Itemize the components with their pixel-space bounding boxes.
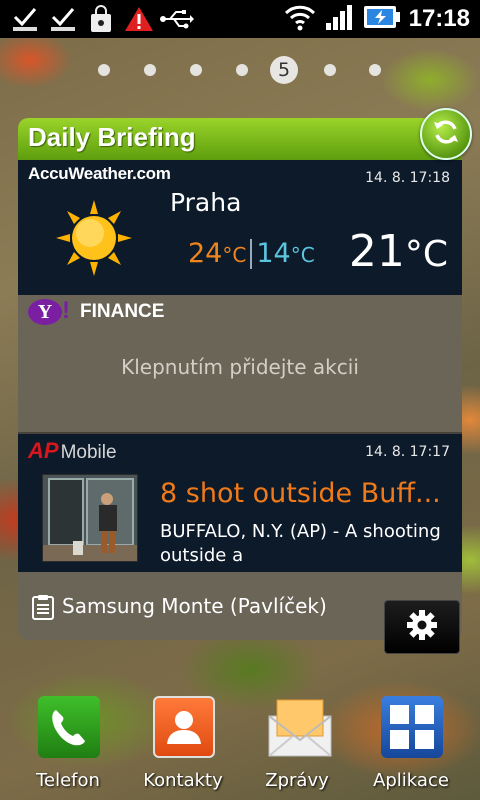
low-temp: 14°C <box>256 238 315 269</box>
weather-panel[interactable]: AccuWeather.com 14. 8. 17:18 Praha 24°C … <box>18 160 462 295</box>
dock-app-zpravy[interactable]: Zprávy <box>237 690 357 800</box>
news-headline[interactable]: 8 shot outside Buff... <box>160 478 450 509</box>
temp-divider <box>250 238 253 269</box>
signal-icon <box>325 3 355 35</box>
warning-icon <box>122 4 156 34</box>
page-dot[interactable] <box>190 64 202 76</box>
news-updated-time: 14. 8. 17:17 <box>365 444 450 460</box>
news-thumbnail[interactable] <box>42 474 138 562</box>
page-dot[interactable] <box>98 64 110 76</box>
status-time: 17:18 <box>408 5 470 32</box>
app-dock: Telefon Kontakty Zprávy Aplikace <box>0 690 480 800</box>
wifi-icon <box>283 3 317 35</box>
accuweather-logo: AccuWeather.com <box>28 164 171 183</box>
shopping-bag-icon <box>84 4 118 34</box>
high-temp: 24°C <box>188 238 247 269</box>
dock-app-aplikace[interactable]: Aplikace <box>351 690 471 800</box>
refresh-icon <box>431 117 461 151</box>
page-dot[interactable] <box>144 64 156 76</box>
status-bar[interactable]: 17:18 <box>0 0 480 38</box>
sun-icon <box>56 200 132 280</box>
daily-briefing-widget: Daily Briefing AccuWeather.com 14. 8. 17… <box>18 118 462 640</box>
usb-icon <box>160 4 194 34</box>
battery-charging-icon <box>363 4 401 34</box>
device-name-label: Samsung Monte (Pavlíček) <box>62 594 327 618</box>
download-done-icon <box>8 4 42 34</box>
weather-updated-time: 14. 8. 17:18 <box>365 170 450 186</box>
yahoo-logo: Y <box>28 299 62 325</box>
widget-settings-button[interactable] <box>384 600 460 654</box>
finance-label: FINANCE <box>80 301 165 322</box>
current-page-badge: 5 <box>270 56 298 84</box>
high-low-temps: 24°C 14°C <box>188 238 315 269</box>
phone-icon <box>38 696 100 758</box>
finance-panel[interactable]: Y ! FINANCE Klepnutím přidejte akcii <box>18 295 462 432</box>
yahoo-logo-exclamation: ! <box>62 297 70 324</box>
dock-label: Aplikace <box>373 770 449 791</box>
page-dot[interactable] <box>236 64 248 76</box>
clipboard-icon <box>32 594 54 624</box>
page-dot[interactable] <box>324 64 336 76</box>
apps-grid-icon <box>381 696 443 758</box>
dock-label: Telefon <box>36 770 100 791</box>
news-summary: BUFFALO, N.Y. (AP) - A shooting outside … <box>160 521 441 566</box>
current-temp: 21°C <box>348 226 448 277</box>
dock-app-kontakty[interactable]: Kontakty <box>123 690 243 800</box>
news-panel[interactable]: AP Mobile 14. 8. 17:17 8 shot outside Bu… <box>18 432 462 572</box>
page-dot[interactable] <box>369 64 381 76</box>
dock-app-telefon[interactable]: Telefon <box>8 690 128 800</box>
weather-city: Praha <box>170 188 242 217</box>
refresh-button[interactable] <box>420 108 472 160</box>
home-page-indicator: 5 <box>0 56 480 84</box>
ap-mobile-logo: AP Mobile <box>28 438 117 463</box>
add-stock-prompt[interactable]: Klepnutím přidejte akcii <box>18 355 462 379</box>
dock-label: Kontakty <box>143 770 223 791</box>
gear-icon <box>407 610 437 644</box>
widget-header: Daily Briefing <box>18 118 462 160</box>
messages-icon <box>267 696 332 758</box>
widget-title: Daily Briefing <box>28 122 196 152</box>
contacts-icon <box>153 696 215 758</box>
notification-icons <box>0 0 194 38</box>
dock-label: Zprávy <box>265 770 329 791</box>
download-done-icon <box>46 4 80 34</box>
